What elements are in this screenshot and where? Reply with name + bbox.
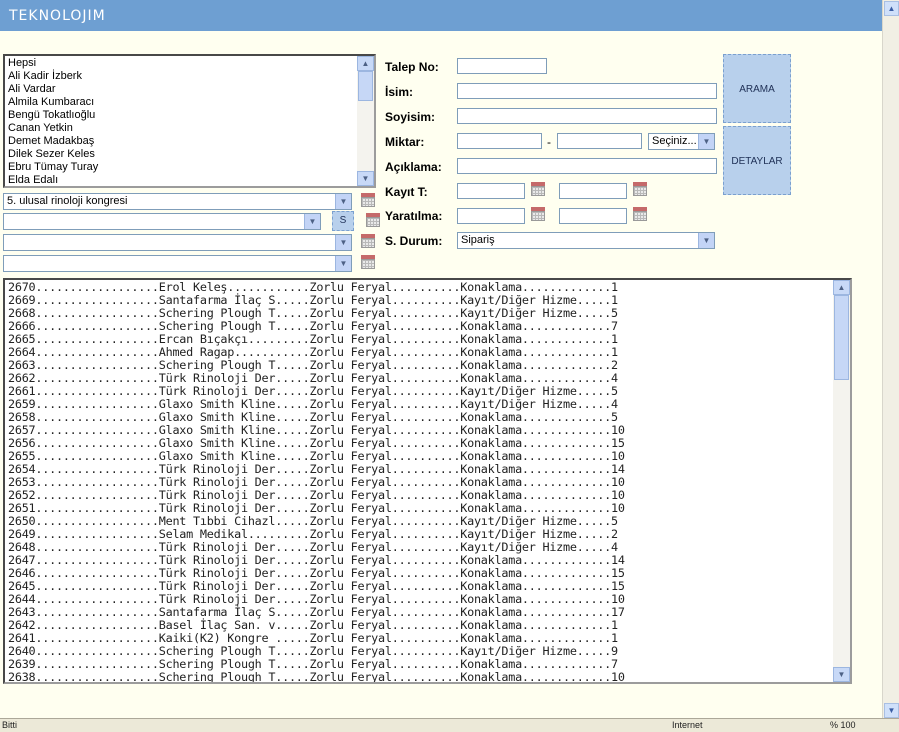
aciklama-label: Açıklama:	[385, 160, 442, 174]
page-scroll-up-icon[interactable]: ▲	[884, 1, 899, 16]
result-row[interactable]: 2638..................Schering Plough T.…	[5, 671, 850, 683]
list-item[interactable]: Ali Kadir İzberk	[5, 70, 374, 83]
miktar-label: Miktar:	[385, 135, 425, 149]
filter-select-4[interactable]: ▼	[3, 255, 352, 272]
miktar-dash: -	[547, 135, 551, 149]
miktar-max-input[interactable]	[557, 133, 642, 149]
soyisim-input[interactable]	[457, 108, 717, 124]
people-listbox[interactable]: Hepsi Ali Kadir İzberk Ali Vardar Almila Ku…	[3, 54, 376, 188]
list-item[interactable]: Hepsi	[5, 57, 374, 70]
chevron-down-icon[interactable]: ▼	[698, 233, 714, 248]
calendar-icon[interactable]	[361, 234, 375, 248]
talep-no-label: Talep No:	[385, 60, 439, 74]
scroll-down-icon[interactable]: ▼	[357, 171, 374, 186]
isim-label: İsim:	[385, 85, 414, 99]
miktar-select[interactable]: Seçiniz... ▼	[648, 133, 715, 150]
calendar-icon[interactable]	[361, 193, 375, 207]
results-listbox[interactable]: 2670..................Erol Keleş........…	[3, 278, 852, 684]
yaratilma-end-input[interactable]	[559, 208, 627, 224]
chevron-down-icon[interactable]: ▼	[304, 214, 320, 229]
yaratilma-start-input[interactable]	[457, 208, 525, 224]
chevron-down-icon[interactable]: ▼	[698, 134, 714, 149]
list-item[interactable]: Elda Edalı	[5, 174, 374, 186]
durum-select[interactable]: Sipariş ▼	[457, 232, 715, 249]
calendar-icon[interactable]	[531, 182, 545, 196]
list-item[interactable]: Bengü Tokatlıoğlu	[5, 109, 374, 122]
kayit-label: Kayıt T:	[385, 185, 428, 199]
chevron-down-icon[interactable]: ▼	[335, 194, 351, 209]
soyisim-label: Soyisim:	[385, 110, 436, 124]
list-item[interactable]: Ebru Tümay Turay	[5, 161, 374, 174]
scroll-up-icon[interactable]: ▲	[833, 280, 850, 295]
talep-no-input[interactable]	[457, 58, 547, 74]
status-bar: Bitti Internet % 100	[0, 718, 899, 732]
s-button[interactable]: S	[332, 211, 354, 231]
page-scroll-down-icon[interactable]: ▼	[884, 703, 899, 718]
people-list-scrollbar[interactable]: ▲ ▼	[357, 56, 374, 186]
page-scrollbar[interactable]: ▲ ▼	[882, 0, 899, 720]
calendar-icon[interactable]	[633, 207, 647, 221]
scroll-thumb[interactable]	[358, 71, 373, 101]
list-item[interactable]: Dilek Sezer Keles	[5, 148, 374, 161]
calendar-icon[interactable]	[366, 213, 380, 227]
arama-button[interactable]: ARAMA	[723, 54, 791, 123]
event-select[interactable]: 5. ulusal rinoloji kongresi ▼	[3, 193, 352, 210]
calendar-icon[interactable]	[531, 207, 545, 221]
aciklama-input[interactable]	[457, 158, 717, 174]
scroll-thumb[interactable]	[834, 295, 849, 380]
yaratilma-label: Yaratılma:	[385, 209, 443, 223]
calendar-icon[interactable]	[361, 255, 375, 269]
detaylar-button[interactable]: DETAYLAR	[723, 126, 791, 195]
scroll-down-icon[interactable]: ▼	[833, 667, 850, 682]
event-select-value: 5. ulusal rinoloji kongresi	[7, 195, 128, 207]
list-item[interactable]: Canan Yetkin	[5, 122, 374, 135]
status-text: Bitti	[2, 720, 18, 730]
zone-label: Internet	[672, 720, 703, 730]
calendar-icon[interactable]	[633, 182, 647, 196]
zoom-label[interactable]: % 100	[830, 720, 856, 730]
kayit-end-input[interactable]	[559, 183, 627, 199]
app-logo: TEKNOLOJIM	[9, 8, 106, 24]
chevron-down-icon[interactable]: ▼	[335, 256, 351, 271]
list-item[interactable]: Ali Vardar	[5, 83, 374, 96]
results-scrollbar[interactable]: ▲ ▼	[833, 280, 850, 682]
scroll-up-icon[interactable]: ▲	[357, 56, 374, 71]
isim-input[interactable]	[457, 83, 717, 99]
app-header: TEKNOLOJIM	[0, 0, 882, 31]
list-item[interactable]: Demet Madakbaş	[5, 135, 374, 148]
filter-select-2[interactable]: ▼	[3, 213, 321, 230]
list-item[interactable]: Almila Kumbaracı	[5, 96, 374, 109]
miktar-min-input[interactable]	[457, 133, 542, 149]
durum-label: S. Durum:	[385, 234, 443, 248]
filter-select-3[interactable]: ▼	[3, 234, 352, 251]
kayit-start-input[interactable]	[457, 183, 525, 199]
chevron-down-icon[interactable]: ▼	[335, 235, 351, 250]
